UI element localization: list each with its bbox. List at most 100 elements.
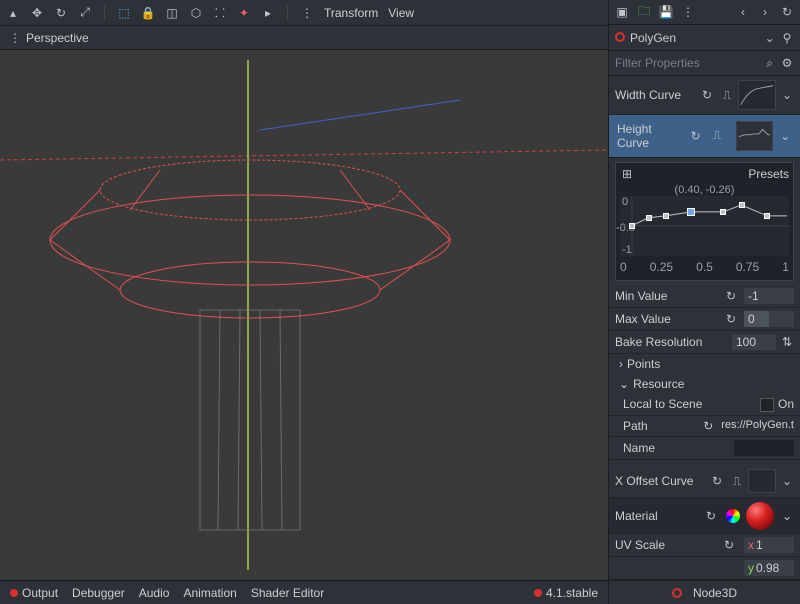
max-value-input[interactable]: 0 <box>744 311 794 327</box>
path-row: Path ↻res://PolyGen.t <box>609 416 800 437</box>
revert-icon[interactable]: ↻ <box>726 312 740 326</box>
node3d-section[interactable]: Node3D <box>609 580 800 604</box>
separator <box>287 5 288 21</box>
uv-y-input[interactable]: y0.98 <box>744 560 794 576</box>
status-dot-icon <box>534 589 542 597</box>
curve-point[interactable] <box>739 202 745 208</box>
search-icon[interactable]: ⌕ <box>763 56 777 70</box>
resource-foldout[interactable]: ⌄Resource <box>609 374 800 394</box>
viewport-3d[interactable] <box>0 50 608 580</box>
chevron-down-icon[interactable]: ⌄ <box>763 31 777 45</box>
color-wheel-icon[interactable] <box>726 509 740 523</box>
output-tab[interactable]: Output <box>10 586 58 600</box>
uv-x-input[interactable]: x1 <box>744 537 794 553</box>
curve-point[interactable] <box>629 223 635 229</box>
camera-icon[interactable]: ▸ <box>261 6 275 20</box>
x-offset-preview[interactable] <box>748 469 776 493</box>
revert-icon[interactable]: ↻ <box>703 419 717 433</box>
revert-icon[interactable]: ↻ <box>691 129 705 143</box>
curve-point[interactable] <box>646 215 652 221</box>
local-to-scene-label: Local to Scene <box>623 397 702 411</box>
separator <box>104 5 105 21</box>
animation-tab[interactable]: Animation <box>183 586 236 600</box>
width-curve-preview[interactable] <box>738 80 776 110</box>
kebab-icon[interactable]: ⋮ <box>8 31 22 45</box>
snap-icon[interactable]: ⸬ <box>213 6 227 20</box>
view-menu[interactable]: View <box>388 6 414 20</box>
snap-grid-icon[interactable]: ⊞ <box>620 167 634 181</box>
filter-row: Filter Properties ⌕ ⚙ <box>609 51 800 76</box>
filter-input[interactable]: Filter Properties <box>615 56 700 70</box>
viewport-wireframe <box>0 50 608 580</box>
inspector-panel: ▣ 🗀 💾 ⋮ ‹ › ↻ PolyGen ⌄ ⚲ Filter Propert… <box>608 0 800 604</box>
shader-tab[interactable]: Shader Editor <box>251 586 324 600</box>
chevron-right-icon: › <box>619 357 623 371</box>
node-selector[interactable]: PolyGen ⌄ ⚲ <box>609 25 800 50</box>
path-value[interactable]: res://PolyGen.t <box>721 419 794 433</box>
back-icon[interactable]: ‹ <box>736 5 750 19</box>
revert-icon[interactable]: ↻ <box>712 474 726 488</box>
options-icon[interactable]: ⚙ <box>780 56 794 70</box>
cube-icon[interactable]: ⬡ <box>189 6 203 20</box>
inspector-header: ▣ 🗀 💾 ⋮ ‹ › ↻ <box>609 0 800 25</box>
revert-icon[interactable]: ↻ <box>724 538 738 552</box>
select-mode-icon[interactable]: ⬚ <box>117 6 131 20</box>
curve-point[interactable] <box>720 209 726 215</box>
width-curve-row: Width Curve ↻ ⎍ ⌄ <box>609 76 800 114</box>
material-label: Material <box>615 509 658 523</box>
presets-button[interactable]: Presets <box>748 167 789 181</box>
name-row: Name <box>609 437 800 460</box>
audio-tab[interactable]: Audio <box>139 586 170 600</box>
revert-icon[interactable]: ↻ <box>726 289 740 303</box>
save-icon[interactable]: 💾 <box>659 5 673 19</box>
kebab-icon[interactable]: ⋮ <box>300 6 314 20</box>
curve-icon: ⎍ <box>730 474 744 488</box>
pin-icon[interactable]: ⚲ <box>780 31 794 45</box>
curve-point-selected[interactable] <box>687 208 695 216</box>
chevron-down-icon: ⌄ <box>619 377 629 391</box>
gizmo-icon[interactable]: ✦ <box>237 6 251 20</box>
bake-resolution-input[interactable]: 100 <box>732 334 776 350</box>
error-dot-icon <box>10 589 18 597</box>
x-offset-label: X Offset Curve <box>615 474 693 488</box>
scale-icon[interactable]: ⤢ <box>78 6 92 20</box>
curve-icon: ⎍ <box>710 129 724 143</box>
lock-icon[interactable]: 🔒 <box>141 6 155 20</box>
uv-scale-label: UV Scale <box>615 538 665 552</box>
chevron-down-icon[interactable]: ⌄ <box>779 129 793 143</box>
history-icon[interactable]: ↻ <box>780 5 794 19</box>
chevron-down-icon[interactable]: ⌄ <box>780 88 794 102</box>
min-value-row: Min Value ↻ -1 <box>609 285 800 308</box>
max-value-label: Max Value <box>615 312 671 326</box>
local-to-scene-row: Local to Scene On <box>609 394 800 416</box>
material-preview[interactable] <box>746 502 774 530</box>
open-icon[interactable]: 🗀 <box>637 5 651 19</box>
local-to-scene-checkbox[interactable] <box>760 398 774 412</box>
spinner-icon[interactable]: ⇅ <box>780 335 794 349</box>
rotate-icon[interactable]: ↻ <box>54 6 68 20</box>
name-input[interactable] <box>734 440 794 456</box>
points-foldout[interactable]: ›Points <box>609 354 800 374</box>
curve-canvas[interactable]: 0 -0.5 -1 <box>620 196 789 256</box>
curve-point[interactable] <box>663 213 669 219</box>
move-icon[interactable]: ✥ <box>30 6 44 20</box>
chevron-down-icon[interactable]: ⌄ <box>780 509 794 523</box>
arrow-icon[interactable]: ▴ <box>6 6 20 20</box>
transform-menu[interactable]: Transform <box>324 6 378 20</box>
revert-icon[interactable]: ↻ <box>706 509 720 523</box>
chevron-down-icon[interactable]: ⌄ <box>780 474 794 488</box>
new-icon[interactable]: ▣ <box>615 5 629 19</box>
min-value-input[interactable]: -1 <box>744 288 794 304</box>
curve-x-ticks: 00.250.50.751 <box>620 258 789 276</box>
name-label: Name <box>623 441 655 455</box>
height-curve-header[interactable]: Height Curve ↻ ⎍ ⌄ <box>609 115 800 158</box>
revert-icon[interactable]: ↻ <box>702 88 716 102</box>
forward-icon[interactable]: › <box>758 5 772 19</box>
debugger-tab[interactable]: Debugger <box>72 586 125 600</box>
curve-point[interactable] <box>764 213 770 219</box>
perspective-label[interactable]: Perspective <box>26 31 89 45</box>
height-curve-preview[interactable] <box>736 121 773 151</box>
curve-icon: ⎍ <box>720 88 734 102</box>
kebab-icon[interactable]: ⋮ <box>681 5 695 19</box>
group-icon[interactable]: ◫ <box>165 6 179 20</box>
